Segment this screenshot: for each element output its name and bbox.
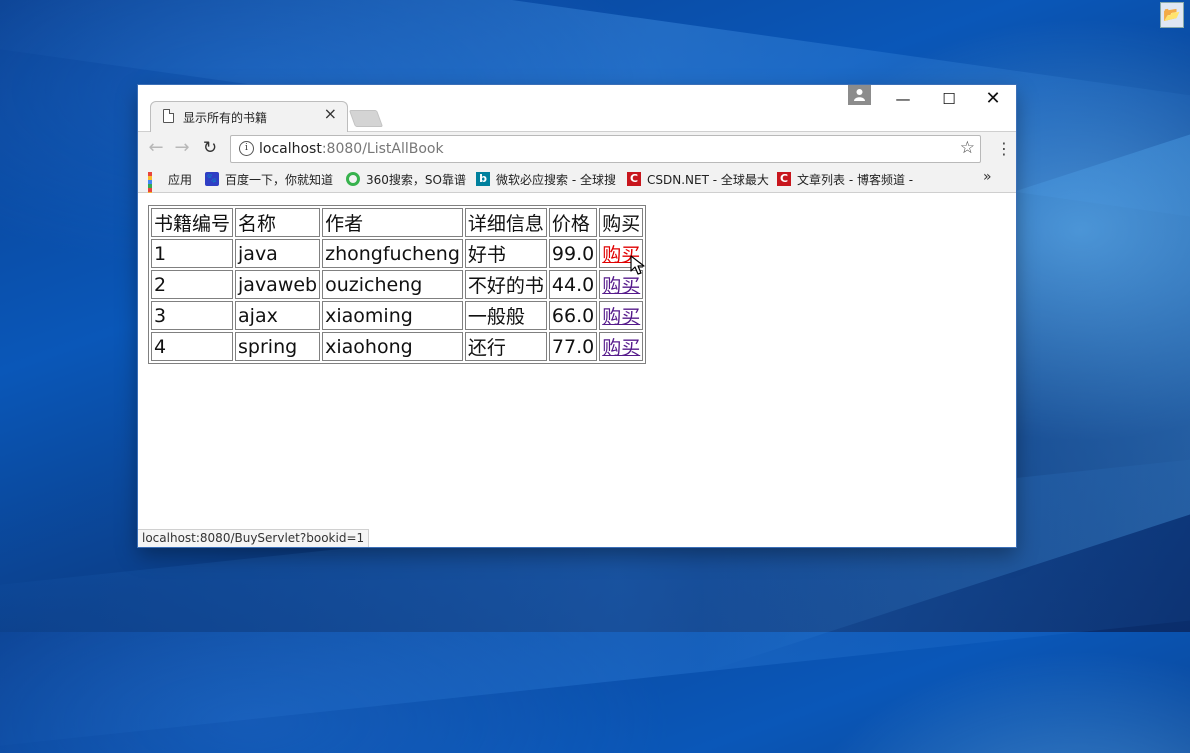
new-tab-button[interactable] — [348, 110, 384, 127]
forward-arrow-icon[interactable]: → — [172, 139, 192, 159]
maximize-button[interactable]: ☐ — [926, 87, 972, 111]
buy-link[interactable]: 购买 — [602, 306, 640, 328]
csdn-icon: C — [777, 172, 791, 186]
column-header: 价格 — [548, 208, 598, 237]
cell-id: 2 — [151, 270, 234, 299]
cell-name: java — [235, 239, 321, 268]
table-header-row: 书籍编号 名称 作者 详细信息 价格 购买 — [151, 208, 644, 237]
info-icon[interactable]: i — [239, 141, 254, 156]
bookmark-label: 微软必应搜索 - 全球搜 — [496, 172, 616, 187]
bookmark-label: CSDN.NET - 全球最大 — [647, 172, 769, 187]
cell-buy: 购买 — [599, 301, 644, 330]
cell-detail: 好书 — [464, 239, 547, 268]
cell-price: 66.0 — [548, 301, 598, 330]
cell-id: 4 — [151, 332, 234, 361]
bookmark-star-icon[interactable]: ☆ — [960, 139, 975, 157]
bookmarks-bar: 应用 🐾 百度一下，你就知道 360搜索，SO靠谱 b 微软必应搜索 - 全球搜… — [138, 166, 1016, 208]
table-row: 3 ajax xiaoming 一般般 66.0 购买 — [151, 301, 644, 330]
bookmark-apps[interactable]: 应用 — [148, 171, 193, 208]
baidu-icon: 🐾 — [205, 172, 219, 186]
cell-author: ouzicheng — [322, 270, 463, 299]
status-bar: localhost:8080/BuyServlet?bookid=1 — [138, 529, 370, 547]
bookmark-csdn-blog[interactable]: C 文章列表 - 博客频道 - — [777, 171, 935, 187]
column-header: 作者 — [322, 208, 463, 237]
bookmark-csdn[interactable]: C CSDN.NET - 全球最大 — [627, 171, 769, 187]
books-table: 书籍编号 名称 作者 详细信息 价格 购买 1 java zhongfuchen… — [148, 205, 647, 364]
url-path: :8080/ListAllBook — [321, 141, 444, 157]
cell-name: javaweb — [235, 270, 321, 299]
bookmark-label: 文章列表 - 博客频道 - — [797, 172, 914, 187]
cell-price: 99.0 — [548, 239, 598, 268]
cell-author: xiaoming — [322, 301, 463, 330]
cell-buy: 购买 — [599, 332, 644, 361]
cell-id: 3 — [151, 301, 234, 330]
buy-link[interactable]: 购买 — [602, 275, 640, 297]
browser-window: 显示所有的书籍 × — ☐ ✕ ← → ↻ i localhost:8080/L… — [138, 85, 1016, 547]
column-header: 购买 — [599, 208, 644, 237]
hand-cursor-icon — [630, 255, 645, 275]
menu-kebab-icon[interactable]: ⋮ — [996, 141, 1012, 157]
reload-icon[interactable]: ↻ — [200, 139, 220, 159]
bing-icon: b — [476, 172, 490, 186]
profile-avatar-icon[interactable] — [848, 85, 871, 105]
apps-icon — [148, 172, 162, 208]
bookmarks-overflow-icon[interactable]: » — [983, 169, 992, 185]
bookmark-label: 百度一下，你就知道 — [225, 172, 334, 187]
column-header: 名称 — [235, 208, 321, 237]
cell-name: ajax — [235, 301, 321, 330]
minimize-button[interactable]: — — [880, 87, 926, 111]
cell-price: 77.0 — [548, 332, 598, 361]
title-bar: 显示所有的书籍 × — ☐ ✕ — [138, 85, 1016, 132]
cell-detail: 还行 — [464, 332, 547, 361]
table-row: 2 javaweb ouzicheng 不好的书 44.0 购买 — [151, 270, 644, 299]
bookmark-label: 360搜索，SO靠谱 — [366, 172, 466, 187]
cell-id: 1 — [151, 239, 234, 268]
column-header: 书籍编号 — [151, 208, 234, 237]
url-text[interactable]: localhost:8080/ListAllBook — [259, 141, 444, 157]
column-header: 详细信息 — [464, 208, 547, 237]
bookmark-baidu[interactable]: 🐾 百度一下，你就知道 — [205, 171, 333, 187]
360-search-icon — [346, 172, 360, 186]
bookmark-360[interactable]: 360搜索，SO靠谱 — [346, 171, 466, 187]
cell-name: spring — [235, 332, 321, 361]
bookmark-label: 应用 — [168, 172, 193, 187]
cell-price: 44.0 — [548, 270, 598, 299]
table-row: 1 java zhongfucheng 好书 99.0 购买 — [151, 239, 644, 268]
page-content: 书籍编号 名称 作者 详细信息 价格 购买 1 java zhongfuchen… — [138, 193, 1016, 547]
tab-close-icon[interactable]: × — [324, 106, 337, 122]
browser-toolbar: ← → ↻ i localhost:8080/ListAllBook ☆ ⋮ — [138, 132, 1016, 166]
cell-detail: 不好的书 — [464, 270, 547, 299]
back-arrow-icon[interactable]: ← — [146, 139, 166, 159]
cell-author: zhongfucheng — [322, 239, 463, 268]
url-host: localhost — [259, 141, 322, 157]
bookmark-bing[interactable]: b 微软必应搜索 - 全球搜 — [476, 171, 622, 187]
desktop-folder-icon[interactable]: 📂 — [1160, 2, 1184, 28]
address-bar[interactable]: i localhost:8080/ListAllBook ☆ — [230, 135, 981, 163]
close-window-button[interactable]: ✕ — [970, 87, 1016, 111]
page-icon — [163, 109, 174, 123]
buy-link[interactable]: 购买 — [602, 337, 640, 359]
table-row: 4 spring xiaohong 还行 77.0 购买 — [151, 332, 644, 361]
tab-title: 显示所有的书籍 — [183, 111, 268, 125]
cell-detail: 一般般 — [464, 301, 547, 330]
browser-tab[interactable]: 显示所有的书籍 × — [150, 101, 348, 132]
cell-author: xiaohong — [322, 332, 463, 361]
csdn-icon: C — [627, 172, 641, 186]
